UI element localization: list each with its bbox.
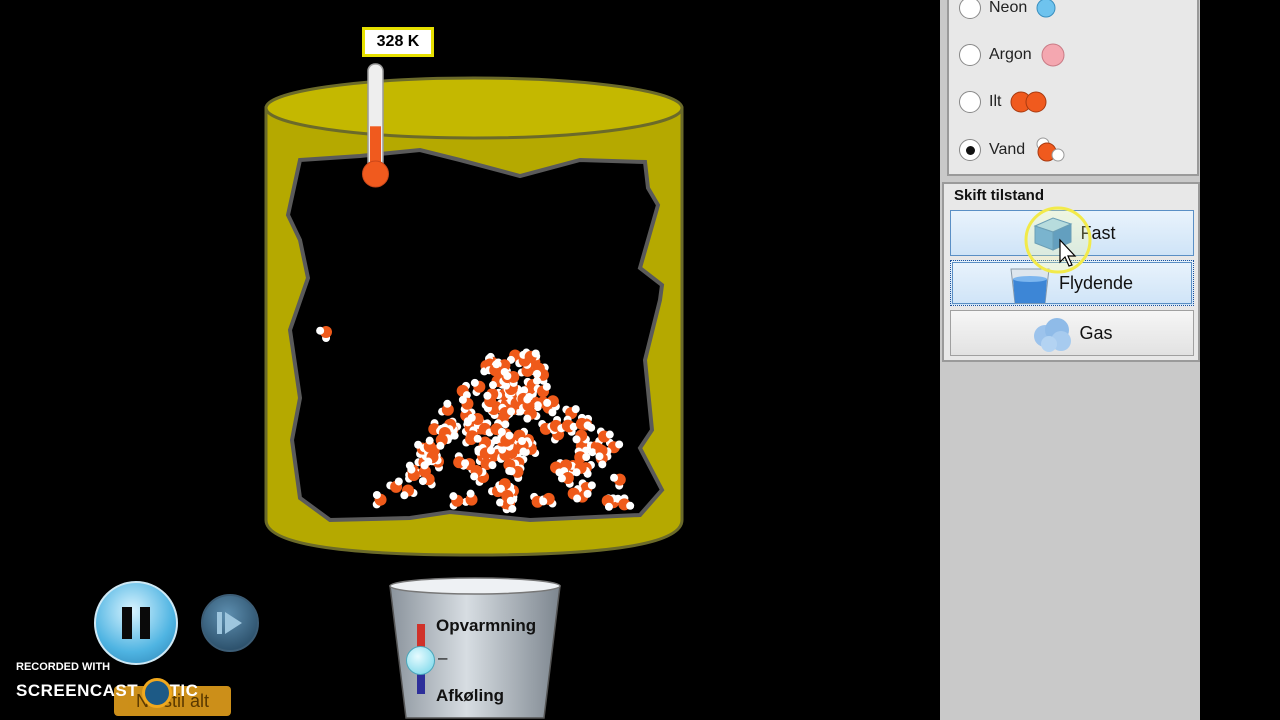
heat-label: Opvarmning (436, 616, 537, 635)
gas-button[interactable]: Gas (950, 310, 1194, 356)
cool-label: Afkøling (436, 686, 504, 705)
atom-label-water: Vand (989, 141, 1026, 158)
solid-label: Fast (1080, 222, 1116, 243)
radio-oxygen[interactable] (959, 91, 981, 113)
watermark-line1: RECORDED WITH (16, 661, 111, 673)
water-molecule-icon (1036, 137, 1065, 162)
control-panel: Neon Argon Ilt Vand Skift tilstand Fast … (940, 0, 1200, 720)
step-button[interactable] (201, 594, 259, 652)
solid-button[interactable]: Fast (950, 210, 1194, 256)
ice-cube-icon (1033, 217, 1073, 251)
step-forward-icon (217, 612, 242, 634)
screencast-logo (142, 678, 172, 708)
atom-label-argon: Argon (989, 46, 1032, 63)
bucket-rim (389, 577, 561, 595)
neon-atom-icon (1036, 0, 1056, 18)
atom-option-oxygen[interactable]: Ilt (959, 87, 1049, 117)
oxygen-molecule-icon (1010, 91, 1047, 113)
liquid-button[interactable]: Flydende (950, 260, 1194, 306)
state-change-panel: Skift tilstand Fast Flydende Gas (942, 182, 1200, 362)
liquid-label: Flydende (1058, 272, 1134, 293)
atom-label-neon: Neon (989, 0, 1028, 16)
atom-label-oxygen: Ilt (989, 93, 1002, 110)
liquid-cup-icon (1010, 268, 1050, 304)
argon-atom-icon (1041, 43, 1065, 67)
gas-cloud-icon (1034, 318, 1071, 352)
radio-argon[interactable] (959, 44, 981, 66)
atom-option-neon[interactable]: Neon (959, 0, 1057, 23)
right-border (1200, 0, 1280, 720)
atom-selector: Neon Argon Ilt Vand (947, 0, 1199, 176)
radio-water[interactable] (959, 139, 981, 161)
simulation-area: 328 K Opvarmning – Afkøling Nulstil alt … (0, 0, 940, 720)
atom-option-water[interactable]: Vand (959, 135, 1069, 165)
state-panel-title: Skift tilstand (954, 187, 1045, 204)
heat-slider-knob[interactable] (406, 646, 435, 675)
neutral-label: – (438, 648, 448, 667)
gas-label: Gas (1079, 322, 1113, 343)
radio-neon[interactable] (959, 0, 981, 19)
pause-button[interactable] (94, 581, 178, 665)
pause-icon (122, 607, 150, 639)
atom-option-argon[interactable]: Argon (959, 40, 1068, 70)
